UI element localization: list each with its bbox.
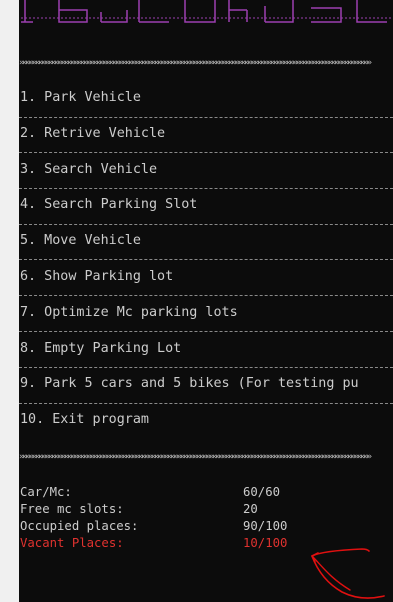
stat-label: Occupied places: [20,519,139,533]
menu-separator [19,295,393,296]
menu-item-park-test-vehicles[interactable]: 9. Park 5 cars and 5 bikes (For testing … [20,376,390,392]
stat-label: Car/Mc: [20,485,72,499]
menu-separator [19,188,393,189]
window-left-edge [0,0,20,602]
top-divider: »»»»»»»»»»»»»»»»»»»»»»»»»»»»»»»»»»»»»»»»… [19,58,372,68]
menu-item-search-vehicle[interactable]: 3. Search Vehicle [20,162,390,178]
menu-separator [19,224,393,225]
menu-separator [19,259,393,260]
menu-item-retrive-vehicle[interactable]: 2. Retrive Vehicle [20,126,390,142]
banner-art-graphic [21,0,393,23]
bottom-divider: »»»»»»»»»»»»»»»»»»»»»»»»»»»»»»»»»»»»»»»»… [19,452,372,462]
menu-item-park-vehicle[interactable]: 1. Park Vehicle [20,90,390,106]
menu-item-exit-program[interactable]: 10. Exit program [20,412,390,428]
menu-separator [19,117,393,118]
stat-row-car-mc: Car/Mc: 60/60 [20,486,392,499]
stat-label: Free mc slots: [20,502,124,516]
stat-value: 20 [243,502,258,516]
console-window[interactable]: »»»»»»»»»»»»»»»»»»»»»»»»»»»»»»»»»»»»»»»»… [19,0,393,602]
stat-row-free-mc-slots: Free mc slots: 20 [20,503,392,516]
stat-label: Vacant Places: [20,536,124,550]
stat-value: 60/60 [243,485,281,499]
stat-row-occupied-places: Occupied places: 90/100 [20,520,392,533]
menu-separator [19,331,393,332]
stat-row-vacant-places: Vacant Places: 10/100 [20,537,392,550]
menu-item-optimize-mc-parking-lots[interactable]: 7. Optimize Mc parking lots [20,305,390,321]
menu-item-empty-parking-lot[interactable]: 8. Empty Parking Lot [20,341,390,357]
menu-separator [19,403,393,404]
menu-separator [19,367,393,368]
stat-value: 10/100 [243,536,288,550]
menu-item-show-parking-lot[interactable]: 6. Show Parking lot [20,269,390,285]
menu-item-search-parking-slot[interactable]: 4. Search Parking Slot [20,197,390,213]
menu-item-move-vehicle[interactable]: 5. Move Vehicle [20,233,390,249]
ascii-art-banner [19,0,393,24]
stat-value: 90/100 [243,519,288,533]
menu-separator [19,152,393,153]
